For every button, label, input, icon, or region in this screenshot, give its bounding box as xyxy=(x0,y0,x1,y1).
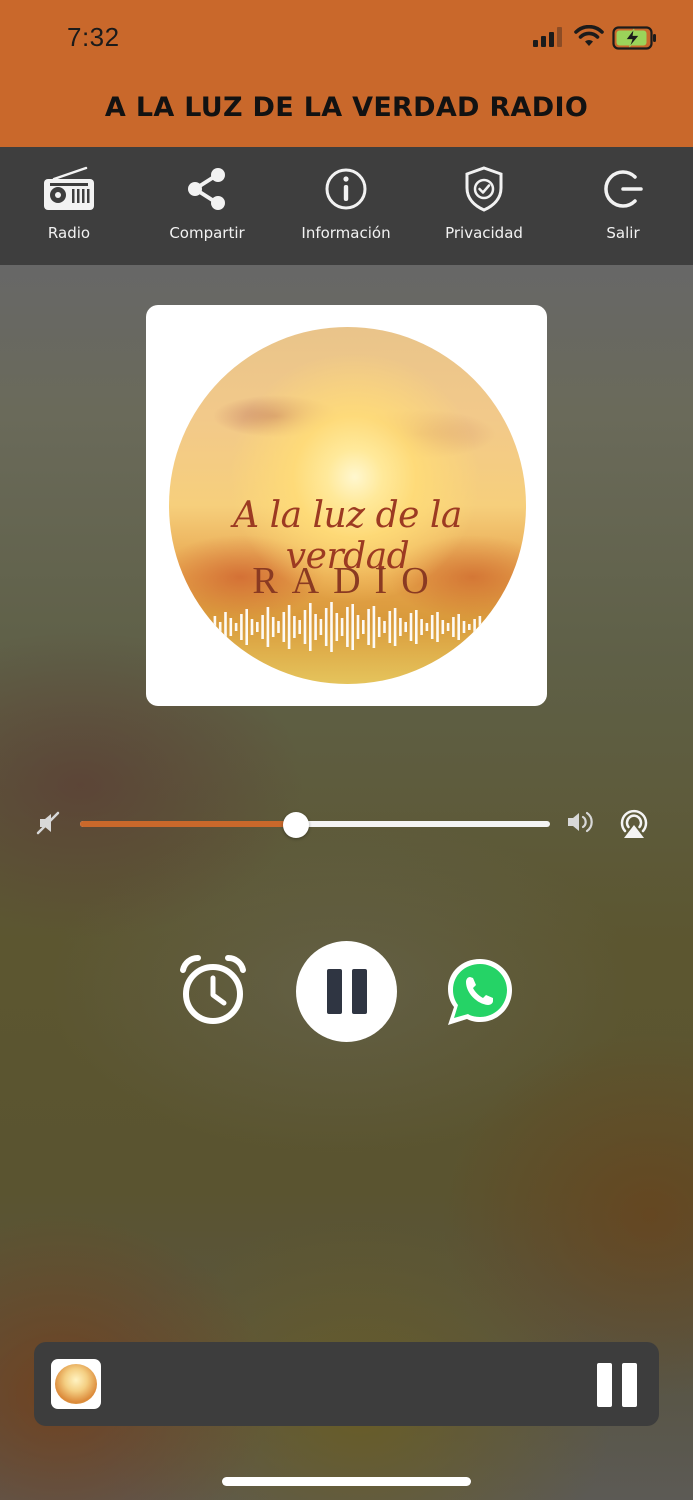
info-icon xyxy=(325,168,367,210)
mini-pause-bar-left xyxy=(597,1363,612,1407)
top-toolbar: Radio Compartir Información Privacidad S… xyxy=(0,147,693,265)
sound-wave-bar xyxy=(203,624,206,630)
home-indicator xyxy=(222,1477,471,1486)
sound-wave-bar xyxy=(346,607,349,647)
share-icon xyxy=(188,168,225,210)
sound-wave-bar xyxy=(425,623,429,631)
sound-wave-bar xyxy=(250,619,254,635)
power-icon xyxy=(604,170,643,208)
sound-wave-bar xyxy=(293,616,296,638)
sound-wave-bar xyxy=(452,617,455,637)
sound-wave-bar xyxy=(420,619,423,635)
app-header: 7:32 A LA LUZ DE LA VERDAD RADIO xyxy=(0,0,693,147)
station-title: A LA LUZ DE LA VERDAD RADIO xyxy=(104,92,589,123)
sound-wave-bar xyxy=(468,624,471,630)
sound-wave-bar xyxy=(404,622,407,632)
sound-wave-bar xyxy=(266,607,270,647)
radio-icon xyxy=(44,166,94,210)
sound-wave-bar xyxy=(245,609,248,645)
volume-slider[interactable] xyxy=(80,812,550,838)
sound-wave-bar xyxy=(399,618,402,636)
sound-wave-bar xyxy=(377,617,381,637)
sound-wave-bar xyxy=(335,613,339,641)
sound-wave-bar xyxy=(446,623,450,631)
sound-wave-bar xyxy=(287,605,291,649)
tab-privacidad-label: Privacidad xyxy=(445,224,523,242)
sound-wave-bar xyxy=(383,621,386,633)
pause-bar-right xyxy=(352,969,367,1014)
volume-slider-thumb[interactable] xyxy=(283,812,310,838)
mini-player-artwork xyxy=(51,1359,101,1409)
volume-high-icon xyxy=(568,811,593,833)
sound-wave-bar xyxy=(462,621,466,633)
sound-wave-bar xyxy=(457,614,460,640)
sound-wave-bar xyxy=(441,620,445,634)
sound-wave-bar xyxy=(261,615,264,639)
alarm-clock-icon[interactable] xyxy=(178,954,248,1028)
sound-wave-bar xyxy=(388,611,392,643)
sound-wave-bar xyxy=(340,618,344,636)
sound-wave-bar xyxy=(277,621,280,633)
status-time: 7:32 xyxy=(67,22,120,52)
sound-wave-bar xyxy=(367,609,370,645)
sound-wave-bar xyxy=(208,620,211,634)
sound-wave-bar xyxy=(234,623,238,631)
sound-wave-bar xyxy=(362,620,365,634)
sound-wave-bar xyxy=(240,614,243,640)
whatsapp-icon[interactable] xyxy=(442,955,518,1029)
station-logo: A la luz de la verdad RADIO xyxy=(169,327,526,684)
tab-informacion-label: Información xyxy=(301,224,391,242)
sound-wave-bar xyxy=(282,612,286,642)
shield-check-icon xyxy=(465,166,503,212)
volume-mute-icon xyxy=(36,811,60,835)
sound-wave-bar xyxy=(356,615,360,639)
volume-slider-fill xyxy=(80,821,297,827)
mini-player[interactable] xyxy=(34,1342,659,1426)
sound-wave-bar xyxy=(213,616,217,638)
tab-salir[interactable]: Salir xyxy=(554,147,692,265)
sound-wave-bar xyxy=(314,614,317,640)
tab-compartir[interactable]: Compartir xyxy=(138,147,276,265)
sound-wave-bar xyxy=(483,622,487,632)
sound-wave-bar xyxy=(224,612,227,642)
sound-wave-bar xyxy=(229,618,233,636)
sound-wave-bar xyxy=(298,620,301,634)
sound-wave-bar xyxy=(271,617,275,637)
sound-wave-bar xyxy=(393,608,397,646)
sound-wave-bar xyxy=(309,603,312,651)
station-artwork: A la luz de la verdad RADIO xyxy=(146,305,547,706)
sound-wave-graphic xyxy=(203,602,487,652)
sound-wave-bar xyxy=(415,610,418,644)
tab-salir-label: Salir xyxy=(606,224,640,242)
sound-wave-bar xyxy=(436,612,439,642)
sound-wave-bar xyxy=(409,613,413,641)
sound-wave-bar xyxy=(372,606,376,648)
mini-pause-bar-right xyxy=(622,1363,637,1407)
tab-privacidad[interactable]: Privacidad xyxy=(415,147,553,265)
pause-button[interactable] xyxy=(296,941,397,1042)
cellular-signal-icon xyxy=(533,27,562,47)
tab-radio-label: Radio xyxy=(47,224,91,242)
sound-wave-bar xyxy=(430,615,434,639)
pause-bar-left xyxy=(327,969,342,1014)
tab-informacion[interactable]: Información xyxy=(277,147,415,265)
sound-wave-bar xyxy=(324,608,328,646)
sound-wave-bar xyxy=(319,619,323,635)
tab-radio[interactable]: Radio xyxy=(0,147,138,265)
sound-wave-bar xyxy=(303,610,307,644)
sound-wave-bar xyxy=(256,622,259,632)
sound-wave-bar xyxy=(473,619,476,635)
wifi-icon xyxy=(574,25,604,46)
tab-compartir-label: Compartir xyxy=(169,224,245,242)
sound-wave-bar xyxy=(218,622,222,632)
sound-wave-bar xyxy=(351,604,354,650)
battery-charging-icon xyxy=(612,26,656,50)
mini-pause-button[interactable] xyxy=(597,1363,637,1407)
sound-wave-bar xyxy=(478,616,482,638)
sound-wave-bar xyxy=(330,602,333,652)
airplay-icon[interactable] xyxy=(617,806,651,840)
